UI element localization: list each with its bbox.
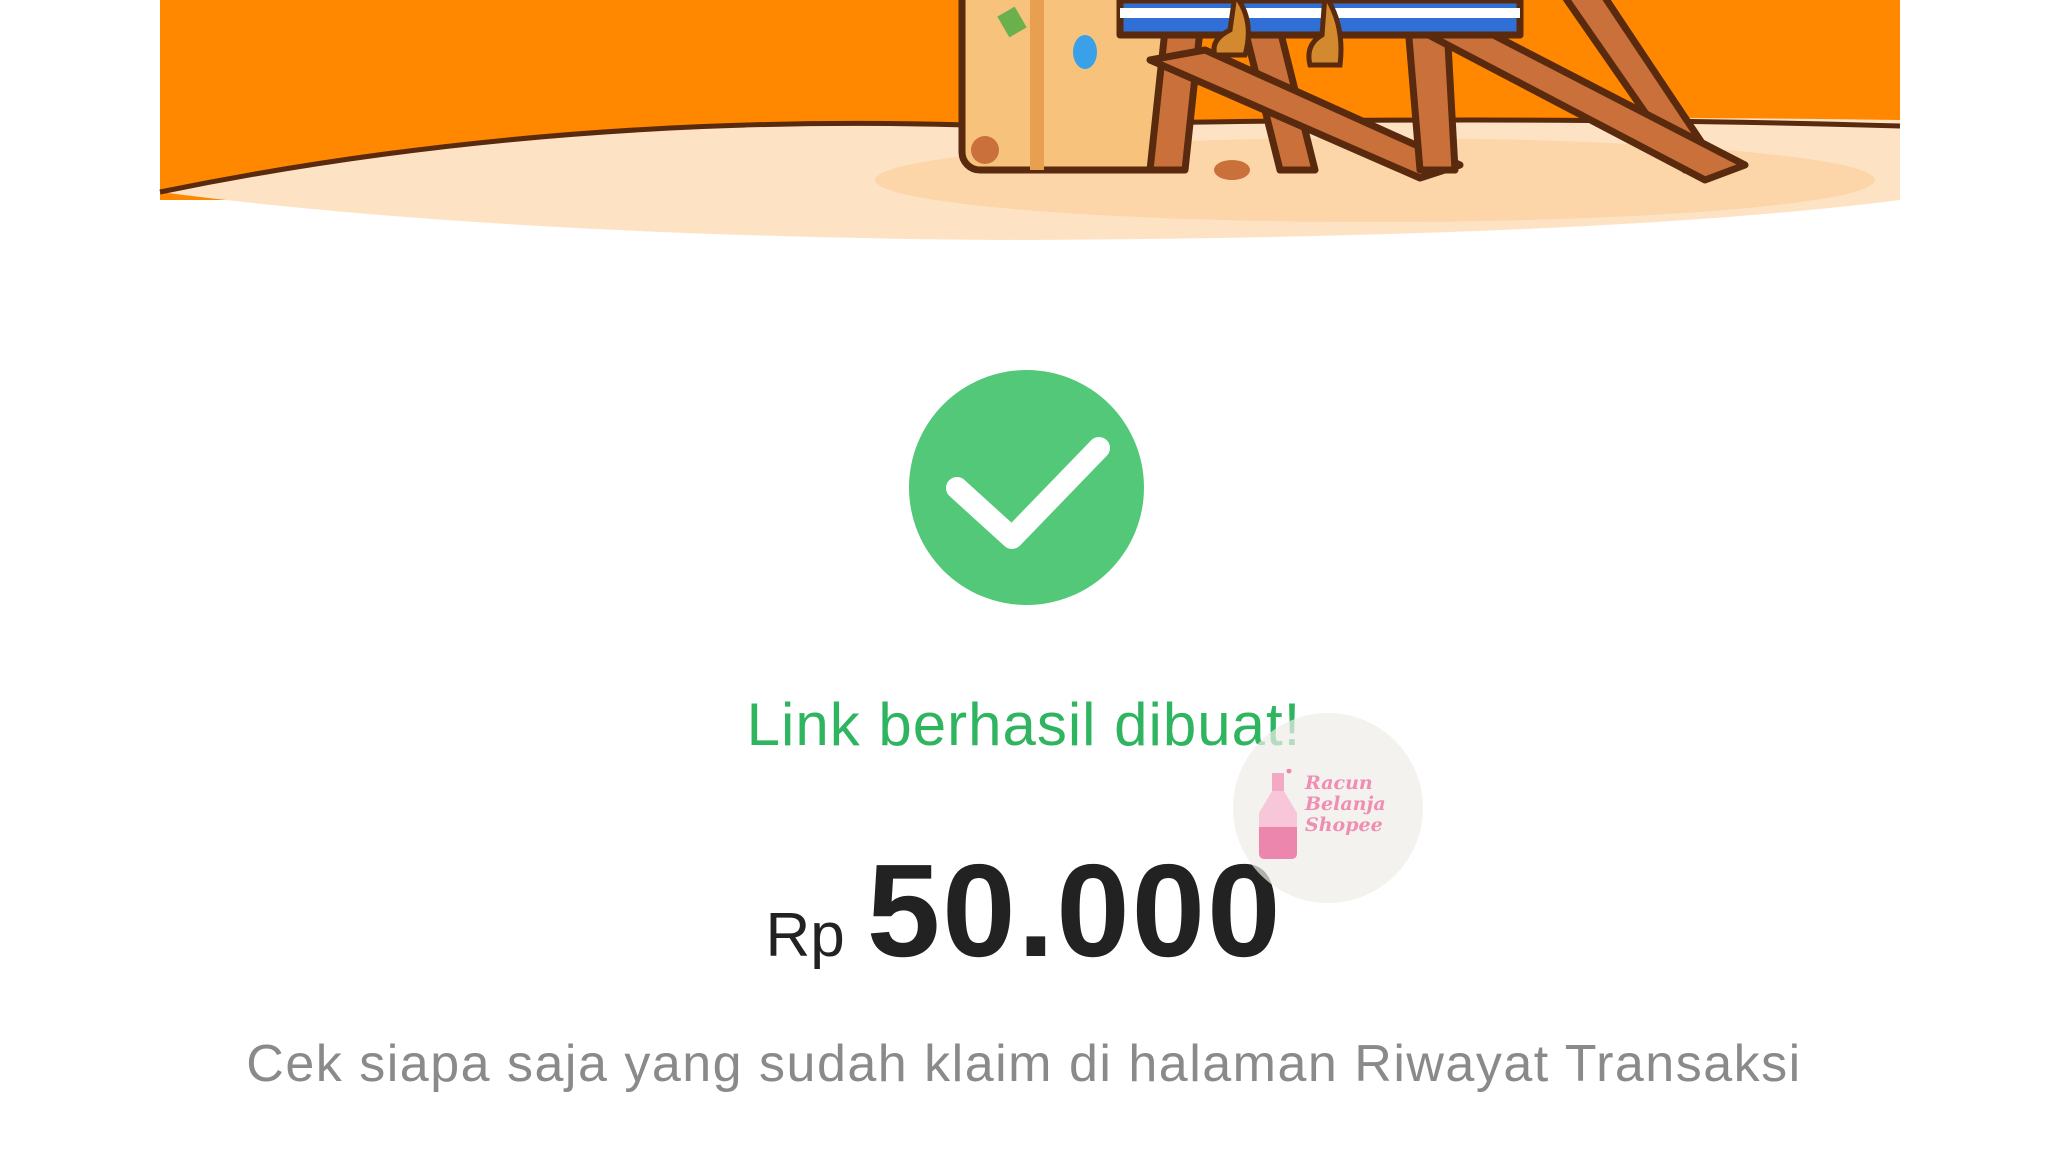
watermark-line: Shopee — [1305, 814, 1383, 836]
watermark-line: Racun — [1305, 772, 1373, 794]
watermark-text: Racun Belanja Shopee — [1305, 773, 1415, 836]
watermark-line: Belanja — [1305, 793, 1386, 815]
info-message: Cek siapa saja yang sudah klaim di halam… — [246, 1035, 1802, 1093]
beach-chair-illustration — [159, 0, 1901, 240]
watermark-logo: Racun Belanja Shopee — [1233, 713, 1423, 903]
success-title: Link berhasil dibuat! — [746, 691, 1302, 758]
check-circle-icon — [909, 370, 1144, 605]
currency-label: Rp — [765, 901, 845, 970]
bottle-icon — [1259, 769, 1297, 859]
amount-display: Rp 50.000 — [0, 835, 2048, 986]
amount-value: 50.000 — [866, 837, 1283, 984]
